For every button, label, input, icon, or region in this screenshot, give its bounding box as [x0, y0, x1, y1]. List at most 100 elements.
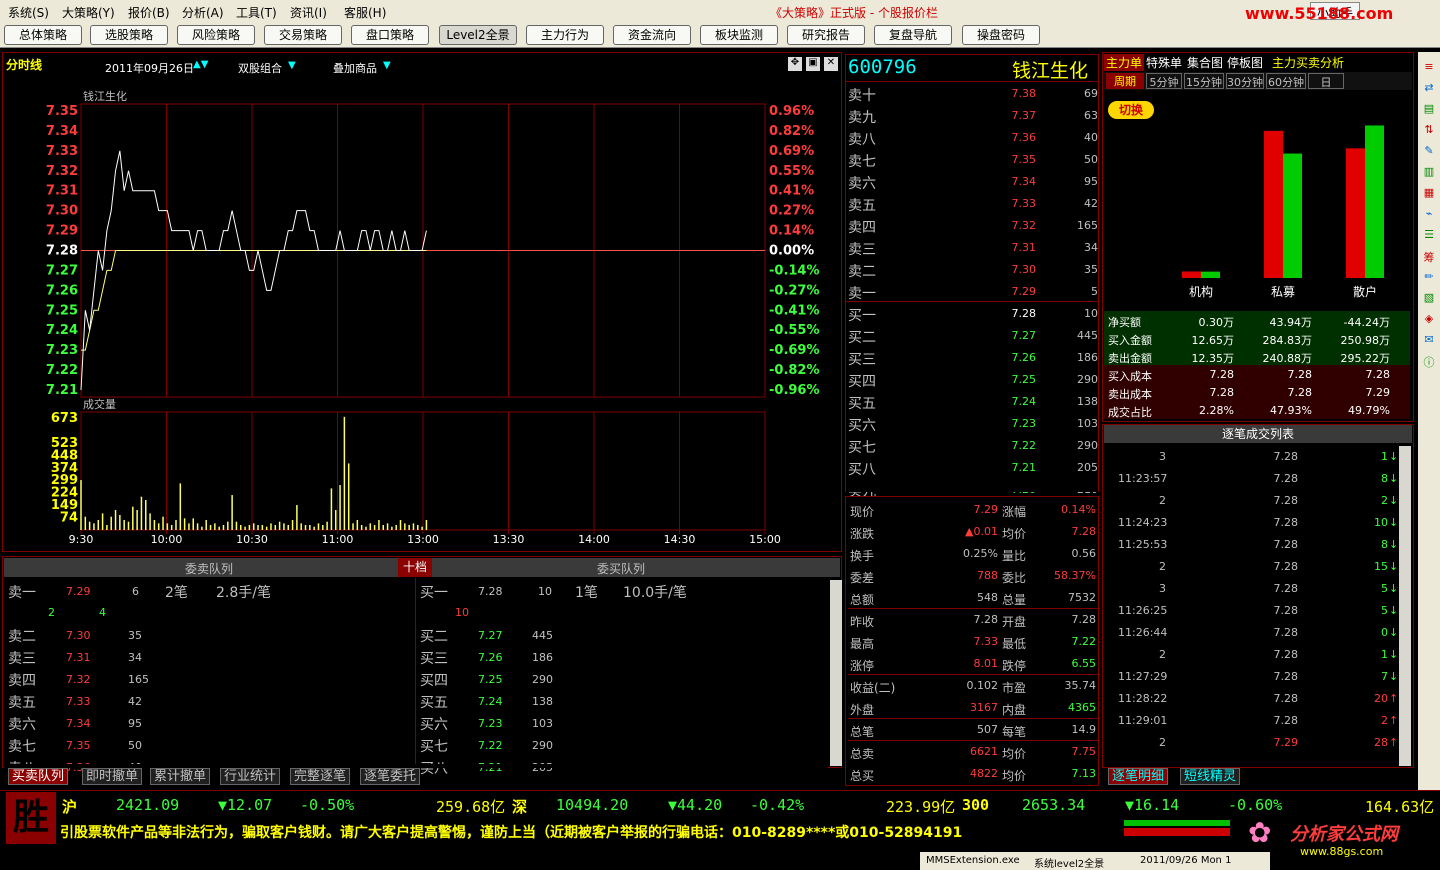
- period-15m[interactable]: 15分钟: [1184, 73, 1224, 89]
- queue-buy-label: 买五: [420, 695, 448, 711]
- flow-value: -44.24万: [1343, 316, 1390, 329]
- sell-level-volume: 165: [1077, 219, 1098, 232]
- tab-main-analysis[interactable]: 主力买卖分析: [1272, 54, 1344, 71]
- queue-buy1-vol: 10: [538, 585, 552, 598]
- percent-tick-label: 0.41%: [769, 184, 814, 199]
- tab-tick-detail[interactable]: 逐笔明细: [1108, 768, 1169, 785]
- tab-limit-chart[interactable]: 停板图: [1227, 54, 1263, 71]
- tick-time: 11:25:53: [1118, 538, 1168, 551]
- queue-scrollbar[interactable]: [830, 580, 842, 766]
- info-value-2: 6.55: [1071, 657, 1097, 670]
- tab-cum-cancel[interactable]: 累计撤单: [150, 768, 211, 785]
- trend-icon[interactable]: ⌁: [1420, 207, 1438, 225]
- sell-level-label: 卖一: [848, 286, 876, 302]
- ten-level-button[interactable]: 十档: [398, 558, 432, 577]
- diamond-icon[interactable]: ◈: [1420, 312, 1438, 330]
- info-value-2: 4365: [1068, 701, 1096, 714]
- queue-buy1-price: 7.28: [478, 585, 503, 598]
- period-day[interactable]: 日: [1308, 73, 1344, 89]
- tab-queue[interactable]: 买卖队列: [8, 768, 69, 785]
- tick-time: 11:27:29: [1118, 670, 1168, 683]
- market-name: 300: [962, 796, 990, 814]
- chart-icon[interactable]: ▥: [1420, 165, 1438, 183]
- sort-icon[interactable]: ⇅: [1420, 123, 1438, 141]
- info-value-2: 7.28: [1071, 613, 1097, 626]
- queue-buy-label: 买七: [420, 739, 448, 755]
- buy-level-row: 买七 7.22 290: [848, 435, 1098, 457]
- edit-icon[interactable]: ✎: [1420, 144, 1438, 162]
- fund-buy-bar: [1346, 148, 1365, 278]
- menu-icon[interactable]: ≡: [1420, 60, 1438, 78]
- chip-icon[interactable]: 筹: [1420, 249, 1438, 267]
- sell-level-volume: 69: [1084, 87, 1098, 100]
- flow-value: 250.98万: [1340, 334, 1391, 347]
- table-icon[interactable]: ▦: [1420, 186, 1438, 204]
- queue-sell-price: 7.33: [66, 695, 91, 708]
- tb-review[interactable]: 复盘导航: [874, 25, 952, 45]
- tab-auction-chart[interactable]: 集合图: [1187, 54, 1223, 71]
- flow-value: 240.88万: [1262, 352, 1313, 365]
- pen-icon[interactable]: ✏: [1420, 270, 1438, 288]
- flow-value: 49.79%: [1348, 404, 1390, 417]
- buy-level-label: 买一: [848, 308, 876, 324]
- tab-tick-orders[interactable]: 逐笔委托: [360, 768, 421, 785]
- tab-special-order[interactable]: 特殊单: [1146, 54, 1182, 71]
- sell-level-price: 7.36: [1011, 131, 1037, 144]
- info-row: 总笔 507 每笔 14.9: [848, 719, 1100, 741]
- arrow-down-icon: ↓: [1389, 472, 1399, 485]
- queue-sell-vol: 50: [128, 739, 142, 752]
- price-tick-label: 7.28: [46, 244, 78, 259]
- queue-buy-label: 买三: [420, 651, 448, 667]
- info-row: 外盘 3167 内盘 4365: [848, 697, 1100, 719]
- sell-level-volume: 34: [1084, 241, 1098, 254]
- flow-value: 7.28: [1287, 368, 1313, 381]
- volume-label: 成交量: [83, 397, 116, 411]
- period-60m[interactable]: 60分钟: [1266, 73, 1306, 89]
- tick-volume: 15: [1374, 560, 1388, 573]
- info-row: 涨跌 ▲0.01 均价 7.28: [848, 521, 1098, 543]
- tab-industry[interactable]: 行业统计: [220, 768, 281, 785]
- percent-axis: 0.96% 0.82% 0.69% 0.55% 0.41% 0.27% 0.14% 0.00%…: [769, 104, 820, 398]
- percent-tick-label: 0.55%: [769, 164, 814, 179]
- info-label-2: 均价: [1002, 527, 1027, 541]
- tab-instant-cancel[interactable]: 即时撤单: [82, 768, 143, 785]
- flow-row: 买入成本 7.28 7.28 7.28: [1104, 365, 1410, 383]
- period-5m[interactable]: 5分钟: [1146, 73, 1182, 89]
- market-pct: -0.50%: [300, 796, 355, 814]
- market-index: 2421.09: [116, 796, 180, 814]
- info-label-2: 每笔: [1002, 725, 1027, 739]
- flow-row: 卖出成本 7.28 7.28 7.29: [1104, 383, 1410, 401]
- swap-icon[interactable]: ⇄: [1420, 81, 1438, 99]
- percent-tick-label: 0.14%: [769, 224, 814, 239]
- window-icon[interactable]: ▧: [1420, 291, 1438, 309]
- mail-icon[interactable]: ✉: [1420, 333, 1438, 351]
- queue-buy-label: 买八: [420, 761, 448, 777]
- info-row: 涨停 8.01 跌停 6.55: [848, 653, 1100, 675]
- tb-password[interactable]: 操盘密码: [962, 25, 1040, 45]
- buy-level-price: 7.24: [1011, 395, 1037, 408]
- period-30m[interactable]: 30分钟: [1226, 73, 1264, 89]
- time-tick-label: 14:30: [664, 533, 696, 546]
- tab-short-elf[interactable]: 短线精灵: [1180, 768, 1241, 785]
- flow-label: 卖出成本: [1108, 388, 1152, 401]
- queue-sell-price: 7.35: [66, 739, 91, 752]
- info-label: 总笔: [850, 725, 875, 739]
- info-value: 7.33: [973, 635, 999, 648]
- queue-buy-vol: 186: [532, 651, 553, 664]
- info-icon[interactable]: ⓘ: [1420, 354, 1438, 372]
- tab-main-order[interactable]: 主力单: [1104, 54, 1145, 71]
- tick-volume: 7: [1381, 670, 1388, 683]
- sell-level-price: 7.32: [1011, 219, 1037, 232]
- queue-buy-price: 7.26: [478, 651, 503, 664]
- tab-full-ticks[interactable]: 完整逐笔: [290, 768, 351, 785]
- tick-scrollbar[interactable]: [1399, 446, 1411, 766]
- flow-label: 卖出金额: [1108, 352, 1152, 365]
- queue-buy-vol: 290: [532, 739, 553, 752]
- queue-buy-label: 买二: [420, 629, 448, 645]
- info-row: 现价 7.29 涨幅 0.14%: [848, 499, 1098, 521]
- info-label: 昨收: [850, 615, 875, 629]
- grid-icon[interactable]: ▤: [1420, 102, 1438, 120]
- list-icon[interactable]: ☰: [1420, 228, 1438, 246]
- flow-row: 成交占比 2.28% 47.93% 49.79%: [1104, 401, 1410, 419]
- queue-buy-price: 7.23: [478, 717, 503, 730]
